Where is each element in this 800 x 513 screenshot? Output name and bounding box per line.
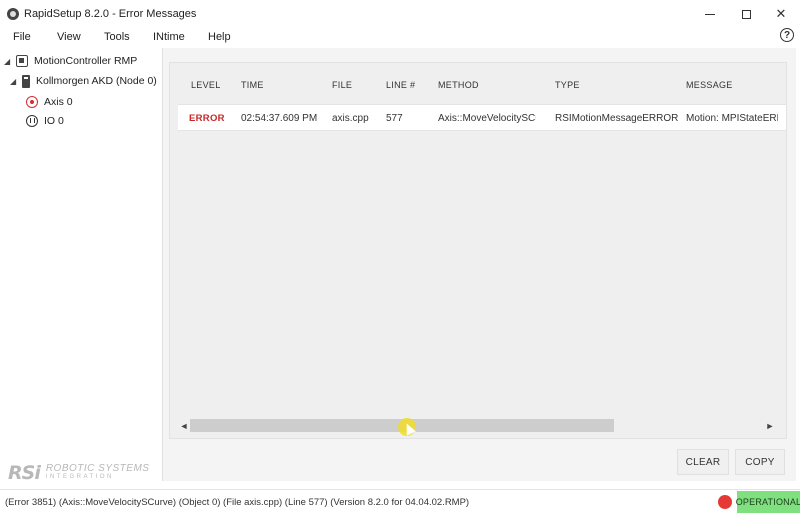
tree-item-motion-controller[interactable]: ◢ MotionController RMP	[4, 53, 137, 69]
cell-type: RSIMotionMessageERROR	[555, 113, 679, 124]
menu-bar: File View Tools INtime Help	[0, 28, 800, 46]
tree-item-label: Axis 0	[44, 96, 73, 108]
clear-button[interactable]: CLEAR	[677, 449, 729, 475]
axis-icon	[26, 96, 38, 108]
copy-button[interactable]: COPY	[735, 449, 785, 475]
close-icon: ✕	[775, 6, 787, 21]
column-header-message[interactable]: MESSAGE	[686, 80, 733, 90]
tree-item-axis-0[interactable]: Axis 0	[26, 94, 73, 110]
status-badge: OPERATIONAL	[736, 491, 800, 513]
app-logo-icon	[7, 8, 19, 20]
menu-help[interactable]: Help	[208, 31, 231, 43]
table-row[interactable]: ERROR 02:54:37.609 PM axis.cpp 577 Axis:…	[178, 104, 786, 131]
status-indicator-icon	[718, 495, 732, 509]
column-header-line[interactable]: LINE #	[386, 80, 415, 90]
minimize-button[interactable]	[698, 4, 722, 24]
company-logo: RSi ROBOTIC SYSTEMS INTEGRATION	[8, 462, 149, 484]
status-bar: (Error 3851) (Axis::MoveVelocitySCurve) …	[0, 489, 800, 513]
drive-icon	[22, 74, 30, 88]
column-header-type[interactable]: TYPE	[555, 80, 580, 90]
tree-item-label: IO 0	[44, 115, 64, 127]
menu-file[interactable]: File	[13, 31, 31, 43]
column-header-file[interactable]: FILE	[332, 80, 352, 90]
expander-icon[interactable]: ◢	[4, 57, 12, 66]
tree-item-io-0[interactable]: IO 0	[26, 113, 64, 129]
tree-item-label: MotionController RMP	[34, 55, 138, 67]
maximize-button[interactable]	[734, 4, 758, 24]
column-header-level[interactable]: LEVEL	[191, 80, 221, 90]
cell-level: ERROR	[189, 113, 225, 124]
logo-name: ROBOTIC SYSTEMS	[45, 463, 150, 474]
chip-icon	[16, 55, 28, 67]
io-icon	[26, 115, 38, 127]
logo-mark: RSi	[8, 462, 41, 484]
scroll-right-icon[interactable]: ►	[764, 419, 776, 432]
sidebar-tree: ◢ MotionController RMP ◢ Kollmorgen AKD …	[0, 48, 158, 488]
minimize-icon	[705, 13, 715, 15]
horizontal-scrollbar[interactable]: ◄ ►	[176, 417, 780, 434]
menu-view[interactable]: View	[57, 31, 81, 43]
cell-method: Axis::MoveVelocitySCur	[438, 113, 536, 124]
window-title: RapidSetup 8.2.0 - Error Messages	[24, 8, 197, 20]
cell-message: Motion: MPIStateERR	[686, 113, 778, 124]
status-message: (Error 3851) (Axis::MoveVelocitySCurve) …	[5, 497, 470, 508]
cell-time: 02:54:37.609 PM	[241, 113, 318, 124]
cell-line: 577	[386, 113, 403, 124]
expander-icon[interactable]: ◢	[10, 77, 18, 86]
column-header-method[interactable]: METHOD	[438, 80, 479, 90]
maximize-icon	[741, 9, 751, 19]
error-messages-grid: LEVEL TIME FILE LINE # METHOD TYPE MESSA…	[169, 62, 787, 439]
help-icon[interactable]: ?	[780, 28, 794, 42]
menu-intime[interactable]: INtime	[153, 31, 185, 43]
scroll-left-icon[interactable]: ◄	[178, 419, 190, 432]
column-header-time[interactable]: TIME	[241, 80, 264, 90]
menu-tools[interactable]: Tools	[104, 31, 130, 43]
grid-header: LEVEL TIME FILE LINE # METHOD TYPE MESSA…	[170, 63, 786, 103]
logo-tagline: INTEGRATION	[45, 474, 114, 480]
title-bar: RapidSetup 8.2.0 - Error Messages ✕	[0, 0, 800, 28]
tree-item-label: Kollmorgen AKD (Node 0)	[36, 75, 157, 87]
cell-file: axis.cpp	[332, 113, 369, 124]
tree-item-kollmorgen-akd[interactable]: ◢ Kollmorgen AKD (Node 0)	[10, 73, 157, 89]
close-button[interactable]: ✕	[769, 4, 793, 24]
